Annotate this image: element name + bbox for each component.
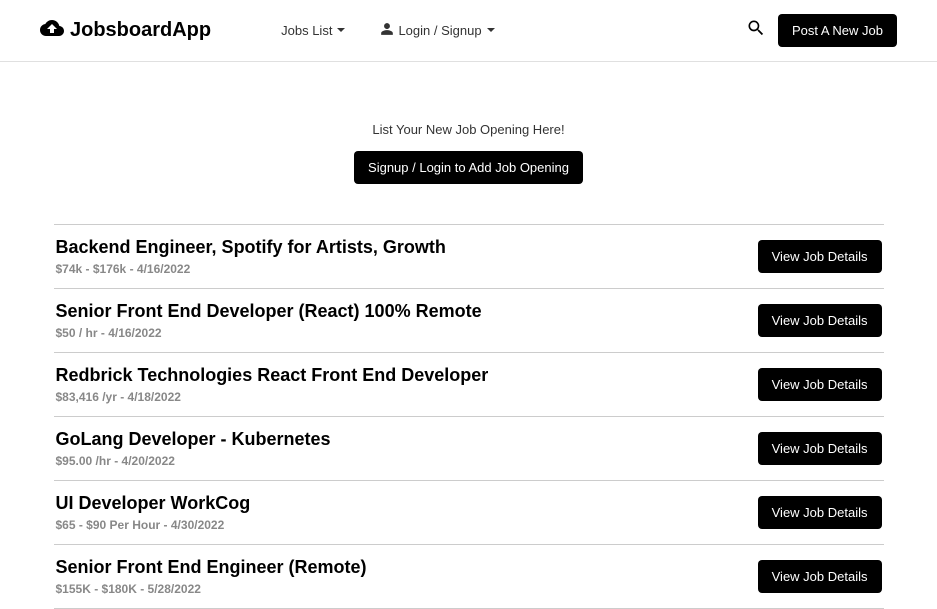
job-info: Senior Front End Developer (React) 100% … bbox=[56, 301, 758, 340]
job-info: GoLang Developer - Kubernetes $95.00 /hr… bbox=[56, 429, 758, 468]
nav-jobs-list-label: Jobs List bbox=[281, 23, 332, 38]
chevron-down-icon bbox=[336, 23, 350, 38]
job-meta: $65 - $90 Per Hour - 4/30/2022 bbox=[56, 518, 758, 532]
user-icon bbox=[380, 22, 398, 39]
hero: List Your New Job Opening Here! Signup /… bbox=[0, 122, 937, 184]
job-info: Backend Engineer, Spotify for Artists, G… bbox=[56, 237, 758, 276]
job-meta: $74k - $176k - 4/16/2022 bbox=[56, 262, 758, 276]
job-info: Redbrick Technologies React Front End De… bbox=[56, 365, 758, 404]
view-job-details-button[interactable]: View Job Details bbox=[758, 560, 882, 593]
post-job-button[interactable]: Post A New Job bbox=[778, 14, 897, 47]
job-title: UI Developer WorkCog bbox=[56, 493, 758, 514]
job-meta: $50 / hr - 4/16/2022 bbox=[56, 326, 758, 340]
hero-tagline: List Your New Job Opening Here! bbox=[0, 122, 937, 137]
view-job-details-button[interactable]: View Job Details bbox=[758, 240, 882, 273]
job-row: Senior Front End Developer (React) 100% … bbox=[54, 288, 884, 352]
job-meta: $95.00 /hr - 4/20/2022 bbox=[56, 454, 758, 468]
brand-name: JobsboardApp bbox=[70, 19, 211, 42]
cloud-upload-icon bbox=[40, 18, 70, 44]
job-meta: $83,416 /yr - 4/18/2022 bbox=[56, 390, 758, 404]
job-row: Redbrick Technologies React Front End De… bbox=[54, 352, 884, 416]
job-title: Redbrick Technologies React Front End De… bbox=[56, 365, 758, 386]
job-title: Senior Front End Developer (React) 100% … bbox=[56, 301, 758, 322]
navbar: JobsboardApp Jobs List Login / Signup Po… bbox=[0, 0, 937, 62]
job-title: Backend Engineer, Spotify for Artists, G… bbox=[56, 237, 758, 258]
job-row: Backend Engineer, Spotify for Artists, G… bbox=[54, 224, 884, 288]
view-job-details-button[interactable]: View Job Details bbox=[758, 496, 882, 529]
job-info: Senior Front End Engineer (Remote) $155K… bbox=[56, 557, 758, 596]
nav-jobs-list[interactable]: Jobs List bbox=[281, 23, 350, 38]
nav-login-signup[interactable]: Login / Signup bbox=[380, 22, 499, 39]
view-job-details-button[interactable]: View Job Details bbox=[758, 432, 882, 465]
nav-login-signup-label: Login / Signup bbox=[398, 23, 481, 38]
view-job-details-button[interactable]: View Job Details bbox=[758, 368, 882, 401]
job-row: UI Developer WorkCog $65 - $90 Per Hour … bbox=[54, 480, 884, 544]
brand-logo[interactable]: JobsboardApp bbox=[40, 18, 211, 44]
job-title: GoLang Developer - Kubernetes bbox=[56, 429, 758, 450]
job-title: Senior Front End Engineer (Remote) bbox=[56, 557, 758, 578]
job-info: UI Developer WorkCog $65 - $90 Per Hour … bbox=[56, 493, 758, 532]
search-icon[interactable] bbox=[746, 18, 766, 43]
chevron-down-icon bbox=[486, 23, 500, 38]
job-row: GoLang Developer - Kubernetes $95.00 /hr… bbox=[54, 416, 884, 480]
signup-login-cta-button[interactable]: Signup / Login to Add Job Opening bbox=[354, 151, 583, 184]
view-job-details-button[interactable]: View Job Details bbox=[758, 304, 882, 337]
job-row: Senior Front End Engineer (Remote) $155K… bbox=[54, 544, 884, 609]
job-meta: $155K - $180K - 5/28/2022 bbox=[56, 582, 758, 596]
job-list: Backend Engineer, Spotify for Artists, G… bbox=[54, 224, 884, 609]
